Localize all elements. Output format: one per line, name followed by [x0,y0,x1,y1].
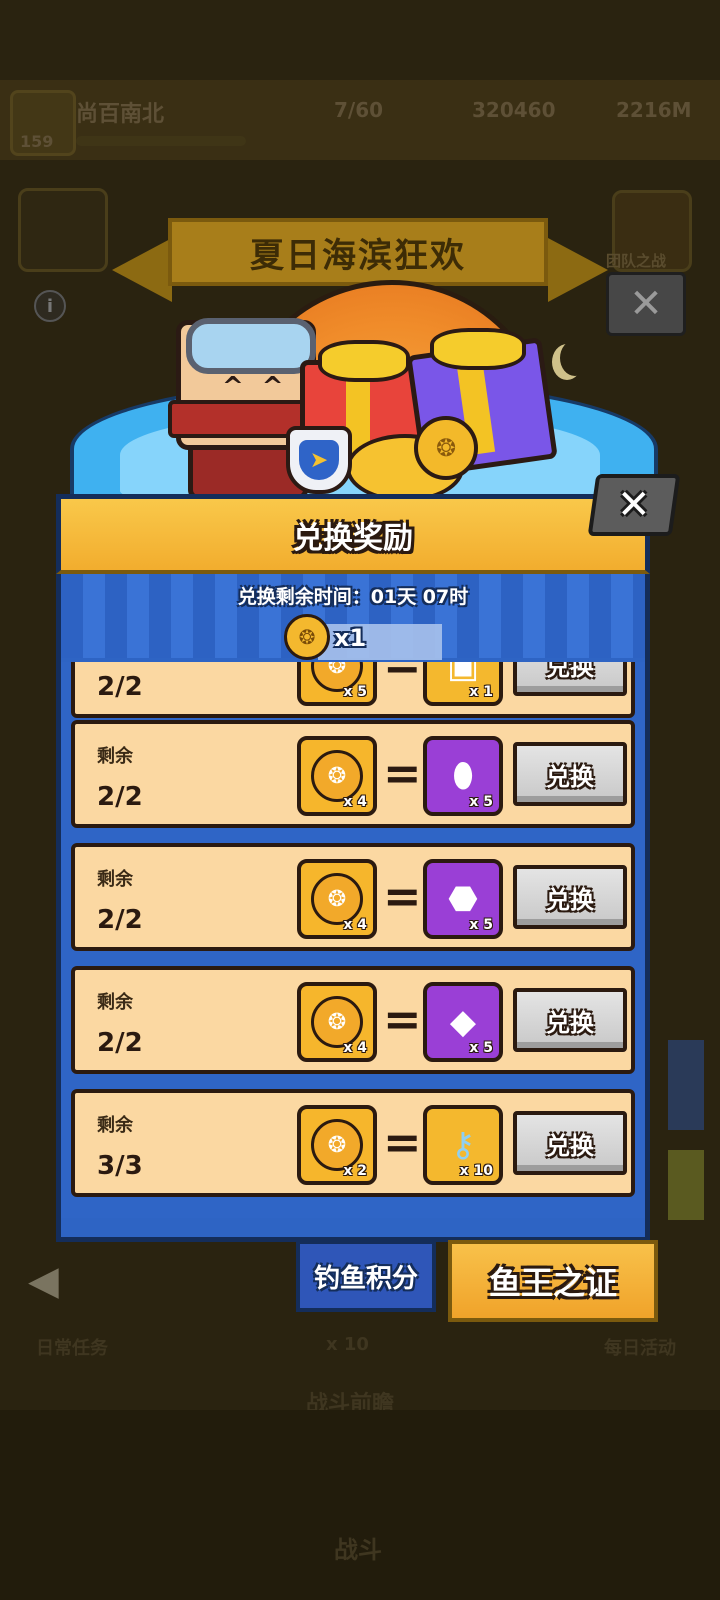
cost-qty: x 4 [343,1040,367,1056]
exchange-row: 剩余 2/2 ❂ x 4 = ⬮ x 5 兑换 [71,720,635,828]
bottom-nav [0,1410,720,1600]
exchange-button[interactable]: 兑换 [513,865,627,929]
cost-qty: x 4 [343,794,367,810]
side-panel-2 [668,1150,704,1220]
remaining-label: 剩余 [97,1115,133,1136]
cost-item: ❂ x 4 [297,982,377,1062]
remaining-count: 2/2 [97,672,143,702]
crystal-shard-icon: ◆ [449,1002,477,1042]
cost-qty: x 2 [343,1163,367,1179]
reward-qty: x 5 [469,1040,493,1056]
moon-icon [560,340,590,376]
remaining-label: 剩余 [97,992,133,1013]
purple-gift-bow [430,328,526,370]
stamina-value: 7/60 [334,98,384,122]
cost-qty: x 4 [343,917,367,933]
character-face: ^^ [222,372,302,402]
info-icon[interactable]: i [34,290,66,322]
reward-qty: x 10 [459,1163,493,1179]
cost-item: ❂ x 5 [297,662,377,706]
remaining-label: 剩余 [97,869,133,890]
equals-sign: = [383,662,422,690]
battle-count: x 10 [326,1334,369,1355]
key-icon: ⚷ [450,1125,476,1165]
close-button[interactable]: ✕ [587,474,681,536]
character-goggles [186,318,316,374]
fish-coin-icon: ❂ [414,416,478,480]
event-title-banner: 夏日海滨狂欢 [168,218,548,286]
fish-medal-icon: ❂ [284,614,330,660]
dialog-title: 兑换奖励 [293,520,413,556]
menu-icon [18,188,108,272]
exchange-timer: 兑换剩余时间：01天 07时 [237,586,469,608]
exchange-button[interactable]: 兑换 [513,988,627,1052]
equals-sign: = [383,992,422,1046]
remaining-count: 2/2 [97,782,143,812]
player-name: 尚百南北 [76,102,165,127]
team-battle-label: 团队之战 [606,252,667,270]
event-close-icon[interactable]: ✕ [606,272,686,336]
equals-sign: = [383,869,422,923]
reward-item: ▣ x 1 [423,662,503,706]
remaining-label: 剩余 [97,746,133,767]
lure-canister-icon: ⬮ [452,756,474,796]
exp-bar [76,136,246,146]
cost-qty: x 5 [343,684,367,700]
remaining-count: 2/2 [97,905,143,935]
cost-item: ❂ x 4 [297,736,377,816]
exchange-row: 剩余 2/2 ❂ x 4 = ⬣ x 5 兑换 [71,843,635,951]
cost-item: ❂ x 2 [297,1105,377,1185]
fish-shield-icon: ➤ [286,426,352,494]
cost-item: ❂ x 4 [297,859,377,939]
close-icon: ✕ [617,482,651,528]
reward-item: ◆ x 5 [423,982,503,1062]
tab-fishing-score[interactable]: 钓鱼积分 [296,1240,436,1312]
exchange-row: 剩余 2/2 ❂x 5 = ▣x 1 兑换 [71,662,635,718]
nav-battle-label: 战斗 [334,1536,382,1564]
exchange-list[interactable]: 剩余 2/2 ❂x 5 = ▣x 1 兑换 剩余 2/2 ❂x 4 = ⬮x 5… [61,662,645,1218]
exchange-row: 剩余 3/3 ❂ x 2 = ⚷ x 10 兑换 [71,1089,635,1197]
dialog-header: 兑换奖励 [56,494,650,574]
power-value: 2216M [616,98,692,122]
daily-task-label: 日常任务 [36,1338,108,1359]
back-arrow-icon[interactable]: ◀ [28,1258,59,1304]
reward-qty: x 1 [469,684,493,700]
banner-wing-left [112,238,172,302]
exchange-button[interactable]: 兑换 [513,742,627,806]
reward-qty: x 5 [469,794,493,810]
reward-item: ⚷ x 10 [423,1105,503,1185]
exchange-button[interactable]: 兑换 [513,1111,627,1175]
reward-item: ⬮ x 5 [423,736,503,816]
red-gift-bow [318,340,410,382]
coin-value: 320460 [472,98,556,122]
gem-orb-icon: ⬣ [448,879,478,919]
reward-qty: x 5 [469,917,493,933]
treasure-chest-icon: ▣ [446,662,480,686]
exchange-row: 剩余 2/2 ❂ x 4 = ◆ x 5 兑换 [71,966,635,1074]
equals-sign: = [383,746,422,800]
daily-event-label: 每日活动 [604,1338,676,1359]
banner-wing-right [548,238,608,302]
exchange-button[interactable]: 兑换 [513,662,627,696]
tab-fish-king-proof[interactable]: 鱼王之证 [448,1240,658,1322]
player-level: 159 [20,132,54,151]
equals-sign: = [383,1115,422,1169]
reward-item: ⬣ x 5 [423,859,503,939]
remaining-count: 2/2 [97,1028,143,1058]
remaining-count: 3/3 [97,1151,143,1181]
currency-amount: x1 [334,624,367,652]
side-panel [668,1040,704,1130]
